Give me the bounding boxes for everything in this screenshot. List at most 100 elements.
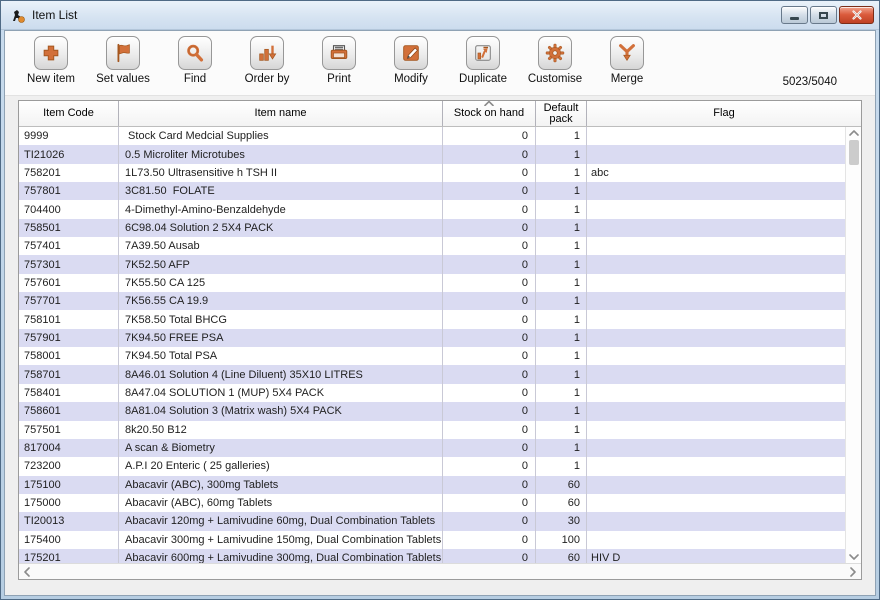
stock-on-hand-cell: 0	[443, 531, 536, 549]
scroll-up-icon[interactable]	[849, 130, 859, 136]
item-code-cell: 175201	[19, 549, 119, 563]
item-name-cell: 4-Dimethyl-Amino-Benzaldehyde	[119, 200, 443, 218]
table-row[interactable]: 175400 Abacavir 300mg + Lamivudine 150mg…	[19, 531, 845, 549]
table-row[interactable]: 175000 Abacavir (ABC), 60mg Tablets 0 60	[19, 494, 845, 512]
vertical-scroll-thumb[interactable]	[849, 140, 859, 165]
stock-on-hand-cell: 0	[443, 310, 536, 328]
table-row[interactable]: 758001 7K94.50 Total PSA 0 1	[19, 347, 845, 365]
table-row[interactable]: 758401 8A47.04 SOLUTION 1 (MUP) 5X4 PACK…	[19, 384, 845, 402]
item-name-cell: Abacavir 300mg + Lamivudine 150mg, Dual …	[119, 531, 443, 549]
table-row[interactable]: 175100 Abacavir (ABC), 300mg Tablets 0 6…	[19, 476, 845, 494]
item-code-cell: 758101	[19, 310, 119, 328]
horizontal-scrollbar[interactable]	[19, 563, 861, 579]
item-name-cell: 7A39.50 Ausab	[119, 237, 443, 255]
print-button[interactable]: Print	[303, 36, 375, 95]
default-pack-cell: 1	[536, 182, 587, 200]
table-row[interactable]: 757801 3C81.50 FOLATE 0 1	[19, 182, 845, 200]
default-pack-cell: 60	[536, 476, 587, 494]
window-title: Item List	[32, 8, 77, 22]
column-header-flag[interactable]: Flag	[587, 101, 861, 126]
close-button[interactable]	[839, 6, 874, 24]
default-pack-cell: 1	[536, 384, 587, 402]
table-row[interactable]: TI21026 0.5 Microliter Microtubes 0 1	[19, 145, 845, 163]
default-pack-cell: 100	[536, 531, 587, 549]
order-by-button[interactable]: Order by	[231, 36, 303, 95]
flag-cell	[587, 292, 845, 310]
modify-button[interactable]: Modify	[375, 36, 447, 95]
flag-cell: abc	[587, 164, 845, 182]
stock-on-hand-cell: 0	[443, 274, 536, 292]
pencil-icon	[394, 36, 428, 70]
default-pack-cell: 1	[536, 237, 587, 255]
stock-on-hand-cell: 0	[443, 476, 536, 494]
table-row[interactable]: 758701 8A46.01 Solution 4 (Line Diluent)…	[19, 365, 845, 383]
minimize-button[interactable]	[781, 6, 808, 24]
scroll-left-icon[interactable]	[24, 567, 30, 577]
item-list-window: Item List New item	[0, 0, 880, 600]
item-code-cell: 757401	[19, 237, 119, 255]
column-header-default-pack[interactable]: Default pack	[536, 101, 587, 126]
flag-cell	[587, 182, 845, 200]
table-row[interactable]: 758601 8A81.04 Solution 3 (Matrix wash) …	[19, 402, 845, 420]
table-row[interactable]: 175201 Abacavir 600mg + Lamivudine 300mg…	[19, 549, 845, 563]
window-content: New item Set values	[4, 30, 876, 596]
item-code-cell: 758201	[19, 164, 119, 182]
table-row[interactable]: 9999 Stock Card Medcial Supplies 0 1	[19, 127, 845, 145]
table-row[interactable]: TI20013 Abacavir 120mg + Lamivudine 60mg…	[19, 512, 845, 530]
flag-cell	[587, 310, 845, 328]
default-pack-cell: 1	[536, 329, 587, 347]
plus-icon	[34, 36, 68, 70]
vertical-scrollbar[interactable]	[845, 127, 861, 563]
table-row[interactable]: 757501 8k20.50 B12 0 1	[19, 421, 845, 439]
duplicate-button[interactable]: Duplicate	[447, 36, 519, 95]
scroll-right-icon[interactable]	[850, 567, 856, 577]
title-bar[interactable]: Item List	[1, 1, 879, 30]
item-name-cell: 8A81.04 Solution 3 (Matrix wash) 5X4 PAC…	[119, 402, 443, 420]
default-pack-cell: 1	[536, 402, 587, 420]
stock-on-hand-cell: 0	[443, 549, 536, 563]
table-row[interactable]: 757901 7K94.50 FREE PSA 0 1	[19, 329, 845, 347]
stock-on-hand-cell: 0	[443, 182, 536, 200]
column-header-stock-on-hand[interactable]: Stock on hand	[443, 101, 536, 126]
item-code-cell: 758701	[19, 365, 119, 383]
printer-icon	[322, 36, 356, 70]
maximize-button[interactable]	[810, 6, 837, 24]
stock-on-hand-cell: 0	[443, 421, 536, 439]
flag-cell	[587, 439, 845, 457]
stock-on-hand-cell: 0	[443, 145, 536, 163]
stock-on-hand-cell: 0	[443, 512, 536, 530]
table-row[interactable]: 704400 4-Dimethyl-Amino-Benzaldehyde 0 1	[19, 200, 845, 218]
column-header-item-name[interactable]: Item name	[119, 101, 443, 126]
item-name-cell: 7K58.50 Total BHCG	[119, 310, 443, 328]
item-code-cell: 757301	[19, 255, 119, 273]
default-pack-cell: 60	[536, 549, 587, 563]
table-row[interactable]: 757601 7K55.50 CA 125 0 1	[19, 274, 845, 292]
table-row[interactable]: 757701 7K56.55 CA 19.9 0 1	[19, 292, 845, 310]
default-pack-cell: 1	[536, 200, 587, 218]
item-code-cell: 758601	[19, 402, 119, 420]
set-values-button[interactable]: Set values	[87, 36, 159, 95]
sort-icon	[250, 36, 284, 70]
flag-cell	[587, 219, 845, 237]
tool-label: Modify	[394, 73, 428, 85]
table-row[interactable]: 758101 7K58.50 Total BHCG 0 1	[19, 310, 845, 328]
new-item-button[interactable]: New item	[15, 36, 87, 95]
table-row[interactable]: 758201 1L73.50 Ultrasensitive h TSH II 0…	[19, 164, 845, 182]
item-code-cell: TI20013	[19, 512, 119, 530]
item-code-cell: 817004	[19, 439, 119, 457]
table-row[interactable]: 817004 A scan & Biometry 0 1	[19, 439, 845, 457]
flag-cell	[587, 476, 845, 494]
find-button[interactable]: Find	[159, 36, 231, 95]
table-row[interactable]: 758501 6C98.04 Solution 2 5X4 PACK 0 1	[19, 219, 845, 237]
scroll-down-icon[interactable]	[849, 554, 859, 560]
merge-button[interactable]: Merge	[591, 36, 663, 95]
customise-button[interactable]: Customise	[519, 36, 591, 95]
column-header-item-code[interactable]: Item Code	[19, 101, 119, 126]
table-row[interactable]: 723200 A.P.I 20 Enteric ( 25 galleries) …	[19, 457, 845, 475]
default-pack-cell: 1	[536, 421, 587, 439]
gear-icon	[538, 36, 572, 70]
stock-on-hand-cell: 0	[443, 255, 536, 273]
table-row[interactable]: 757301 7K52.50 AFP 0 1	[19, 255, 845, 273]
item-name-cell: Abacavir 120mg + Lamivudine 60mg, Dual C…	[119, 512, 443, 530]
table-row[interactable]: 757401 7A39.50 Ausab 0 1	[19, 237, 845, 255]
